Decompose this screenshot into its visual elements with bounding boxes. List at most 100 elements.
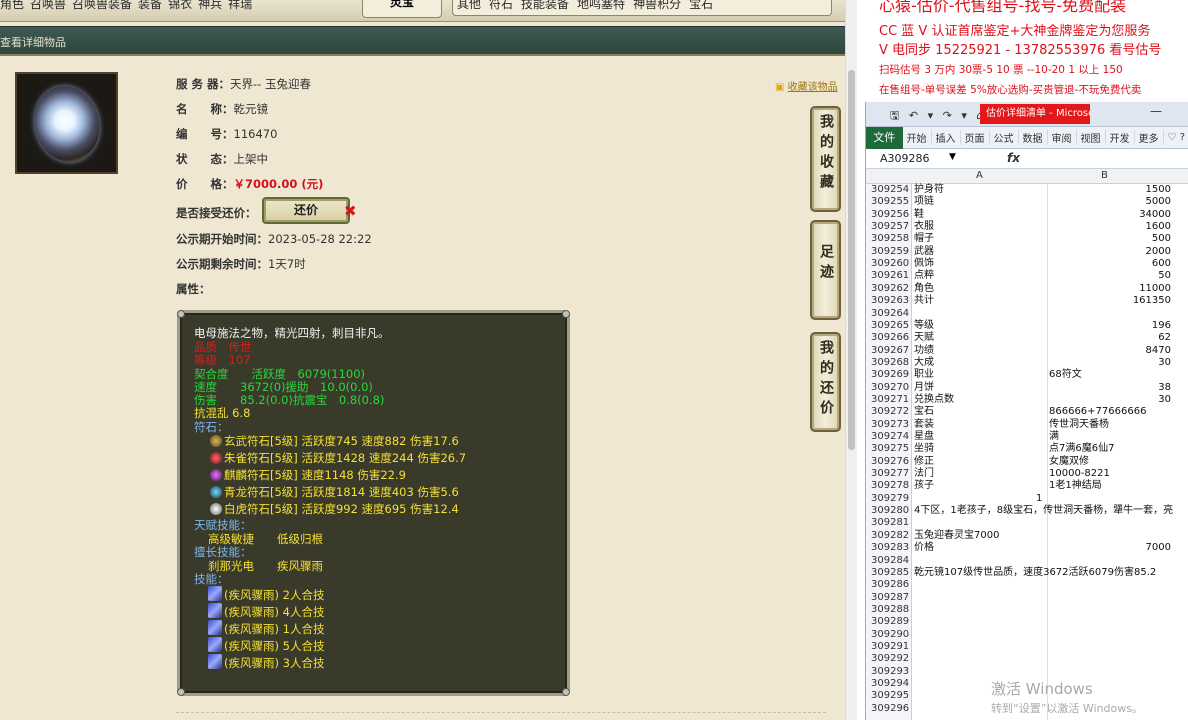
cell-a[interactable]: 价格 bbox=[914, 542, 934, 554]
nav-item[interactable]: 宝石 bbox=[689, 0, 713, 15]
sheet-row[interactable]: 309286 bbox=[866, 579, 1188, 591]
sheet-row[interactable]: 309272 宝石 866666+77666666 bbox=[866, 406, 1188, 418]
nav-item[interactable]: 召唤兽 bbox=[30, 0, 66, 20]
cell-b[interactable]: 1老1神结局 bbox=[1049, 480, 1171, 492]
tab-data[interactable]: 数据 bbox=[1019, 130, 1048, 145]
cell-a[interactable]: 天赋 bbox=[914, 332, 934, 344]
cell-b[interactable]: 5000 bbox=[1049, 196, 1171, 208]
tab-developer[interactable]: 开发 bbox=[1106, 130, 1135, 145]
cell-a[interactable]: 坐骑 bbox=[914, 443, 934, 455]
footprint-tab[interactable]: 足迹 bbox=[810, 220, 841, 320]
sheet-row[interactable]: 309282 玉兔迎春灵宝7000 bbox=[866, 530, 1188, 542]
sheet-row[interactable]: 309285 乾元镜107级传世品质，速度3672活跃6079伤害85.2 bbox=[866, 567, 1188, 579]
cell-a[interactable]: 护身符 bbox=[914, 184, 944, 196]
cell-b[interactable]: 2000 bbox=[1049, 246, 1171, 258]
cell-a[interactable]: 等级 bbox=[914, 320, 934, 332]
sheet-row[interactable]: 309255 项链 5000 bbox=[866, 196, 1188, 208]
sheet-row[interactable]: 309263 共计 161350 bbox=[866, 295, 1188, 307]
cell-b[interactable]: 34000 bbox=[1049, 209, 1171, 221]
nav-item[interactable]: 其他 bbox=[457, 0, 481, 15]
cell-a[interactable]: 项链 bbox=[914, 196, 934, 208]
cell-a[interactable]: 玉兔迎春灵宝7000 bbox=[914, 530, 999, 542]
cell-a[interactable]: 职业 bbox=[914, 369, 934, 381]
quick-access-toolbar[interactable]: 🖫 ↶ ▾ ↷ ▾ ⌂ bbox=[890, 107, 986, 126]
sheet-row[interactable]: 309284 bbox=[866, 555, 1188, 567]
cell-b[interactable]: 女魔双修 bbox=[1049, 456, 1171, 468]
tab-home[interactable]: 开始 bbox=[903, 130, 932, 145]
cell-b[interactable]: 50 bbox=[1049, 270, 1171, 282]
sheet-row[interactable]: 309260 佩饰 600 bbox=[866, 258, 1188, 270]
tab-insert[interactable]: 插入 bbox=[932, 130, 961, 145]
sheet-row[interactable]: 309291 bbox=[866, 641, 1188, 653]
cell-a[interactable]: 乾元镜107级传世品质，速度3672活跃6079伤害85.2 bbox=[914, 567, 1156, 579]
cell-b[interactable]: 68符文 bbox=[1049, 369, 1171, 381]
cell-b[interactable]: 600 bbox=[1049, 258, 1171, 270]
sheet-row[interactable]: 309268 大成 30 bbox=[866, 357, 1188, 369]
nav-item[interactable]: 角色 bbox=[0, 0, 24, 20]
nav-item[interactable]: 祥瑞 bbox=[228, 0, 252, 20]
cell-a[interactable]: 帽子 bbox=[914, 233, 934, 245]
cell-a[interactable]: 武器 bbox=[914, 246, 934, 258]
help-icon[interactable]: ♡ ? bbox=[1164, 132, 1188, 143]
sheet-row[interactable]: 309283 价格 7000 bbox=[866, 542, 1188, 554]
cell-a[interactable]: 套装 bbox=[914, 419, 934, 431]
cell-a[interactable]: 法门 bbox=[914, 468, 934, 480]
cell-b[interactable]: 161350 bbox=[1049, 295, 1171, 307]
sheet-row[interactable]: 309269 职业 68符文 bbox=[866, 369, 1188, 381]
my-bargain-tab[interactable]: 我的还价 bbox=[810, 332, 841, 432]
cell-b[interactable]: 196 bbox=[1049, 320, 1171, 332]
column-a-header[interactable]: A bbox=[976, 170, 983, 181]
cell-a[interactable]: 兑换点数 bbox=[914, 394, 954, 406]
tab-view[interactable]: 视图 bbox=[1077, 130, 1106, 145]
sheet-row[interactable]: 309290 bbox=[866, 629, 1188, 641]
cell-a[interactable]: 佩饰 bbox=[914, 258, 934, 270]
nav-item[interactable]: 技能装备 bbox=[521, 0, 569, 15]
cell-b[interactable]: 点7满6魔6仙7 bbox=[1049, 443, 1171, 455]
cell-a[interactable]: 修正 bbox=[914, 456, 934, 468]
nav-item[interactable]: 召唤兽装备 bbox=[72, 0, 132, 20]
sheet-row[interactable]: 309265 等级 196 bbox=[866, 320, 1188, 332]
sheet-row[interactable]: 309256 鞋 34000 bbox=[866, 209, 1188, 221]
cell-a[interactable]: 衣服 bbox=[914, 221, 934, 233]
cell-b[interactable]: 7000 bbox=[1049, 542, 1171, 554]
cell-b[interactable]: 1 bbox=[1036, 493, 1056, 505]
sheet-row[interactable]: 309264 bbox=[866, 308, 1188, 320]
tab-review[interactable]: 审阅 bbox=[1048, 130, 1077, 145]
sheet-row[interactable]: 309274 星盘 满 bbox=[866, 431, 1188, 443]
sheet-row[interactable]: 309259 武器 2000 bbox=[866, 246, 1188, 258]
close-icon[interactable]: ✖ bbox=[344, 202, 357, 220]
chevron-down-icon[interactable]: ▼ bbox=[949, 152, 956, 162]
cell-a[interactable]: 功绩 bbox=[914, 345, 934, 357]
cell-a[interactable]: 角色 bbox=[914, 283, 934, 295]
sheet-row[interactable]: 309261 点粹 50 bbox=[866, 270, 1188, 282]
tab-file[interactable]: 文件 bbox=[866, 126, 903, 149]
cell-b[interactable]: 传世洞天番杨 bbox=[1049, 419, 1171, 431]
nav-item[interactable]: 锦衣 bbox=[168, 0, 192, 20]
tab-formula[interactable]: 公式 bbox=[990, 130, 1019, 145]
cell-b[interactable]: 8470 bbox=[1049, 345, 1171, 357]
cell-b[interactable]: 30 bbox=[1049, 394, 1171, 406]
cell-b[interactable]: 满 bbox=[1049, 431, 1171, 443]
nav-item-active[interactable]: 灵宝 bbox=[362, 0, 442, 18]
cell-a[interactable]: 点粹 bbox=[914, 270, 934, 282]
cell-a[interactable]: 大成 bbox=[914, 357, 934, 369]
cell-a[interactable]: 鞋 bbox=[914, 209, 924, 221]
cell-a[interactable]: 宝石 bbox=[914, 406, 934, 418]
sheet-row[interactable]: 309281 bbox=[866, 517, 1188, 529]
collect-link[interactable]: ▣ 收藏该物品 bbox=[775, 78, 838, 93]
cell-a[interactable]: 月饼 bbox=[914, 382, 934, 394]
nav-item[interactable]: 地鸣塞特 bbox=[577, 0, 625, 15]
page-scrollbar[interactable] bbox=[845, 0, 857, 720]
sheet-row[interactable]: 309279 1 bbox=[866, 493, 1188, 505]
sheet-row[interactable]: 309273 套装 传世洞天番杨 bbox=[866, 419, 1188, 431]
cell-b[interactable]: 500 bbox=[1049, 233, 1171, 245]
sheet-row[interactable]: 309293 bbox=[866, 666, 1188, 678]
bargain-button[interactable]: 还价 bbox=[262, 197, 350, 224]
cell-a[interactable]: 共计 bbox=[914, 295, 934, 307]
sheet-row[interactable]: 309257 衣服 1600 bbox=[866, 221, 1188, 233]
sheet-row[interactable]: 309292 bbox=[866, 653, 1188, 665]
sheet-row[interactable]: 309288 bbox=[866, 604, 1188, 616]
nav-item[interactable]: 神兽积分 bbox=[633, 0, 681, 15]
cell-b[interactable]: 1600 bbox=[1049, 221, 1171, 233]
tab-page[interactable]: 页面 bbox=[961, 130, 990, 145]
